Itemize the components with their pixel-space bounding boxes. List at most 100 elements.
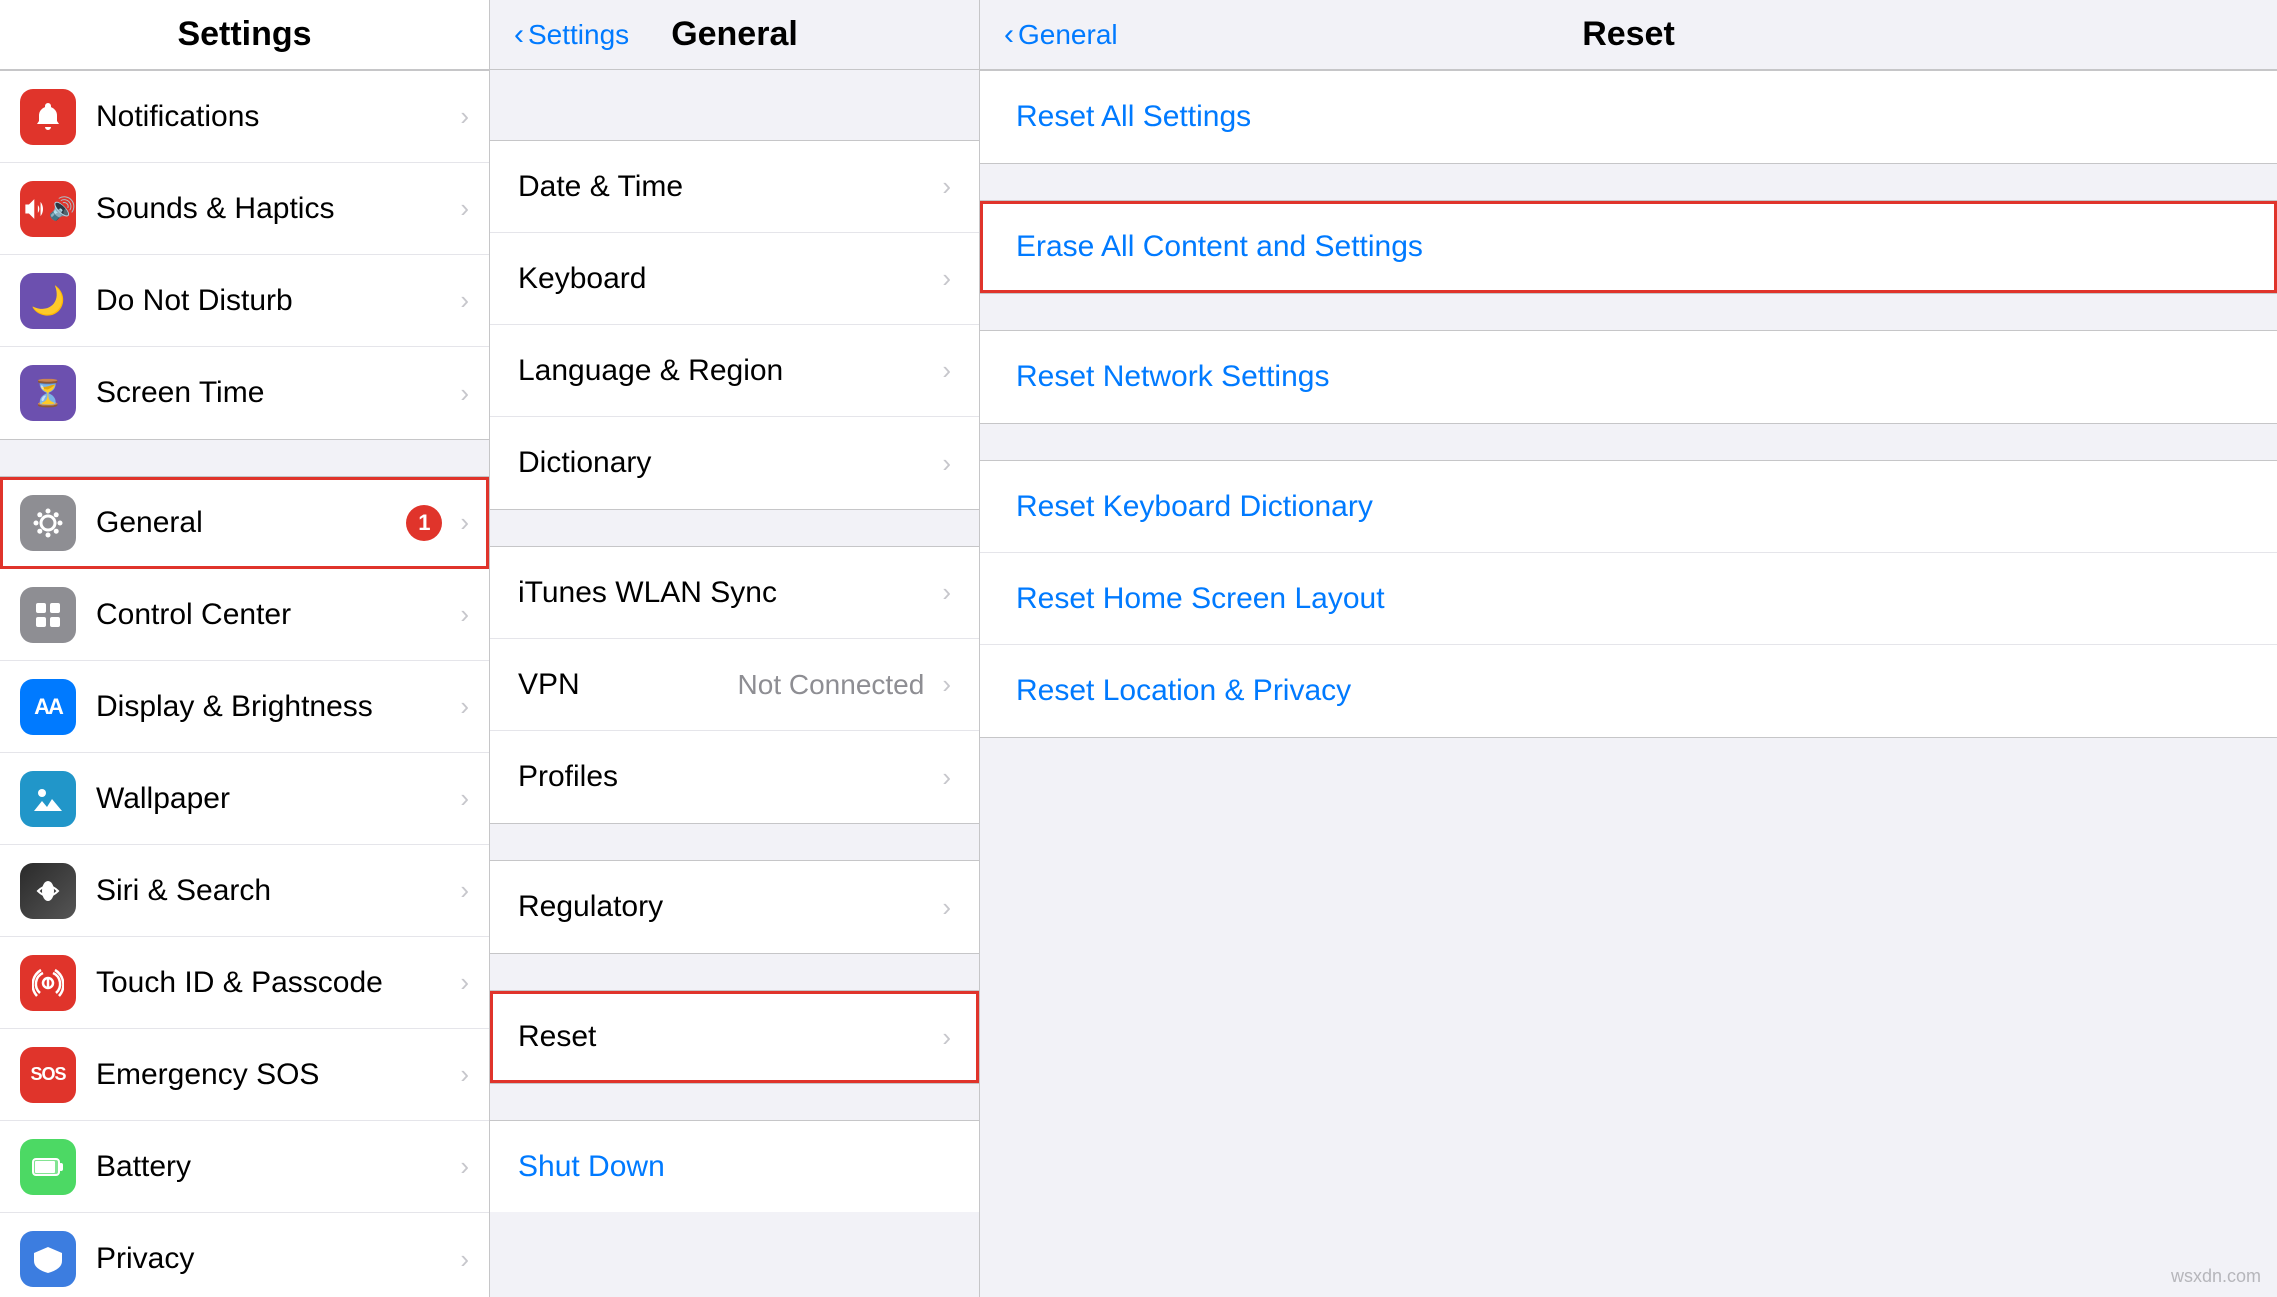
general-item-profiles[interactable]: Profiles › (490, 731, 979, 823)
settings-title: Settings (177, 15, 311, 54)
siri-chevron: › (460, 875, 469, 906)
sidebar-item-wallpaper[interactable]: Wallpaper › (0, 753, 489, 845)
sidebar-item-general[interactable]: General 1 › (0, 477, 489, 569)
emergencysos-icon: SOS (20, 1047, 76, 1103)
display-icon: AA (20, 679, 76, 735)
reset-back-label: General (1018, 19, 1118, 51)
general-title: General (671, 15, 798, 54)
privacy-icon (20, 1231, 76, 1287)
general-item-regulatory[interactable]: Regulatory › (490, 861, 979, 953)
general-back-button[interactable]: ‹ Settings (514, 18, 629, 52)
general-label: General (96, 506, 406, 540)
regulatory-label: Regulatory (518, 890, 934, 924)
privacy-label: Privacy (96, 1242, 452, 1276)
notifications-chevron: › (460, 101, 469, 132)
reset-section-4: Reset Keyboard Dictionary Reset Home Scr… (980, 460, 2277, 738)
reset-item-location[interactable]: Reset Location & Privacy (980, 645, 2277, 737)
dictionary-chevron: › (942, 448, 951, 479)
general-chevron: › (460, 507, 469, 538)
reset-item-network[interactable]: Reset Network Settings (980, 331, 2277, 423)
sounds-label: Sounds & Haptics (96, 192, 452, 226)
general-badge: 1 (406, 505, 442, 541)
dictionary-label: Dictionary (518, 446, 934, 480)
general-item-ituneswlan[interactable]: iTunes WLAN Sync › (490, 547, 979, 639)
general-top-spacer (490, 70, 979, 140)
reset-homescreen-label: Reset Home Screen Layout (1016, 582, 1385, 616)
display-label: Display & Brightness (96, 690, 452, 724)
sidebar-item-controlcenter[interactable]: Control Center › (0, 569, 489, 661)
ituneswlan-chevron: › (942, 577, 951, 608)
wallpaper-label: Wallpaper (96, 782, 452, 816)
vpn-label: VPN (518, 668, 738, 702)
screentime-label: Screen Time (96, 376, 452, 410)
ituneswlan-label: iTunes WLAN Sync (518, 576, 934, 610)
general-column: ‹ Settings General Date & Time › Keyboar… (490, 0, 980, 1297)
sidebar-item-display[interactable]: AA Display & Brightness › (0, 661, 489, 753)
settings-header: Settings (0, 0, 489, 70)
vpn-value: Not Connected (738, 669, 925, 701)
settings-section-1: Notifications › 🔊 Sounds & Haptics › 🌙 D… (0, 70, 489, 440)
profiles-label: Profiles (518, 760, 934, 794)
siri-label: Siri & Search (96, 874, 452, 908)
general-header: ‹ Settings General (490, 0, 979, 70)
general-list: Date & Time › Keyboard › Language & Regi… (490, 70, 979, 1297)
controlcenter-icon (20, 587, 76, 643)
reset-location-label: Reset Location & Privacy (1016, 674, 1351, 708)
dnd-chevron: › (460, 285, 469, 316)
reset-chevron: › (942, 1022, 951, 1053)
general-item-language[interactable]: Language & Region › (490, 325, 979, 417)
touchid-icon (20, 955, 76, 1011)
reset-section-1: Reset All Settings (980, 70, 2277, 164)
language-label: Language & Region (518, 354, 934, 388)
shutdown-label: Shut Down (518, 1150, 665, 1184)
notifications-label: Notifications (96, 100, 452, 134)
touchid-chevron: › (460, 967, 469, 998)
general-item-reset[interactable]: Reset › (490, 991, 979, 1083)
sidebar-item-screentime[interactable]: ⏳ Screen Time › (0, 347, 489, 439)
display-chevron: › (460, 691, 469, 722)
reset-item-all-settings[interactable]: Reset All Settings (980, 71, 2277, 163)
general-item-keyboard[interactable]: Keyboard › (490, 233, 979, 325)
controlcenter-chevron: › (460, 599, 469, 630)
general-section-4: Reset › (490, 990, 979, 1084)
sounds-chevron: › (460, 193, 469, 224)
sidebar-item-sounds[interactable]: 🔊 Sounds & Haptics › (0, 163, 489, 255)
sounds-icon: 🔊 (20, 181, 76, 237)
reset-all-settings-label: Reset All Settings (1016, 100, 1251, 134)
general-item-vpn[interactable]: VPN Not Connected › (490, 639, 979, 731)
reset-back-button[interactable]: ‹ General (1004, 18, 1118, 52)
battery-icon (20, 1139, 76, 1195)
reset-section-3: Reset Network Settings (980, 330, 2277, 424)
settings-list: Notifications › 🔊 Sounds & Haptics › 🌙 D… (0, 70, 489, 1297)
shutdown-item[interactable]: Shut Down (490, 1120, 979, 1212)
sidebar-item-dnd[interactable]: 🌙 Do Not Disturb › (0, 255, 489, 347)
emergencysos-label: Emergency SOS (96, 1058, 452, 1092)
sidebar-item-siri[interactable]: Siri & Search › (0, 845, 489, 937)
keyboard-chevron: › (942, 263, 951, 294)
dnd-label: Do Not Disturb (96, 284, 452, 318)
general-section-1: Date & Time › Keyboard › Language & Regi… (490, 140, 979, 510)
reset-title: Reset (1582, 15, 1675, 54)
sidebar-item-battery[interactable]: Battery › (0, 1121, 489, 1213)
general-section-3: Regulatory › (490, 860, 979, 954)
general-back-label: Settings (528, 19, 629, 51)
reset-item-erase-all[interactable]: Erase All Content and Settings (980, 201, 2277, 293)
datetime-chevron: › (942, 171, 951, 202)
general-item-datetime[interactable]: Date & Time › (490, 141, 979, 233)
settings-section-2: General 1 › Control Center › AA Display … (0, 476, 489, 1297)
reset-item-keyboard[interactable]: Reset Keyboard Dictionary (980, 461, 2277, 553)
sidebar-item-notifications[interactable]: Notifications › (0, 71, 489, 163)
sidebar-item-emergencysos[interactable]: SOS Emergency SOS › (0, 1029, 489, 1121)
language-chevron: › (942, 355, 951, 386)
wallpaper-icon (20, 771, 76, 827)
general-back-chevron: ‹ (514, 18, 524, 52)
reset-panel: Reset All Settings Erase All Content and… (980, 70, 2277, 1297)
touchid-label: Touch ID & Passcode (96, 966, 452, 1000)
general-item-dictionary[interactable]: Dictionary › (490, 417, 979, 509)
sidebar-item-privacy[interactable]: Privacy › (0, 1213, 489, 1297)
reset-header: ‹ General Reset (980, 0, 2277, 70)
wallpaper-chevron: › (460, 783, 469, 814)
reset-item-homescreen[interactable]: Reset Home Screen Layout (980, 553, 2277, 645)
sidebar-item-touchid[interactable]: Touch ID & Passcode › (0, 937, 489, 1029)
screentime-icon: ⏳ (20, 365, 76, 421)
